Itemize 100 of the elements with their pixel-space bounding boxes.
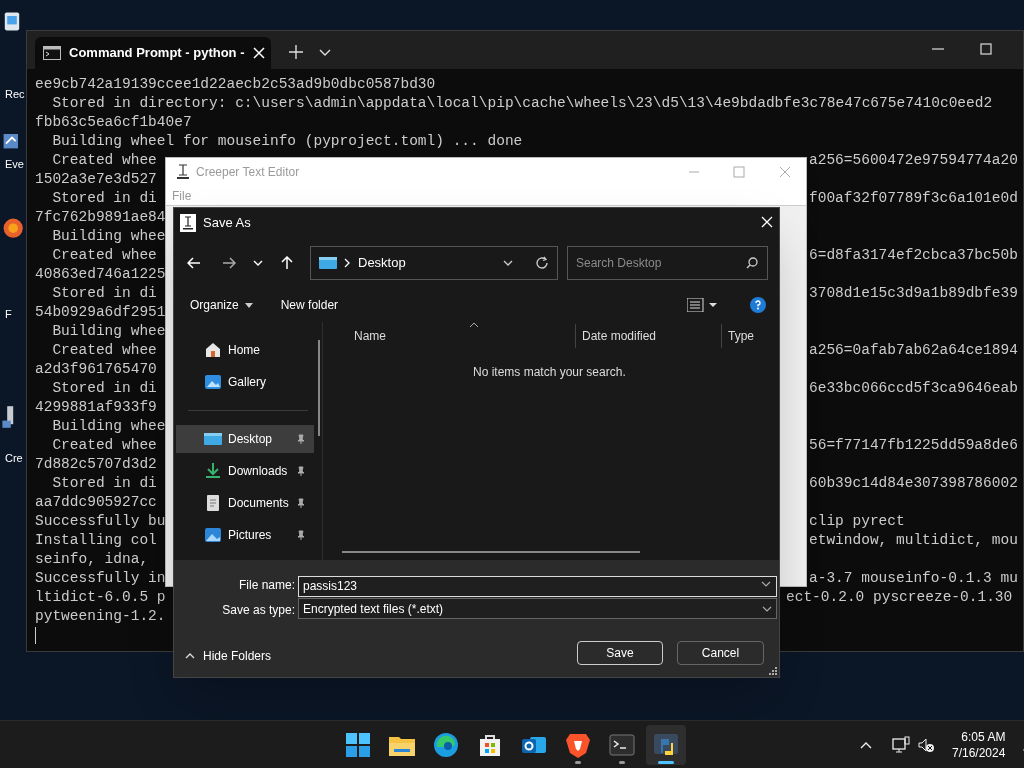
dialog-title: Save As bbox=[203, 214, 251, 233]
nav-item[interactable]: Pictures bbox=[176, 521, 314, 549]
forward-icon[interactable] bbox=[222, 257, 236, 269]
up-icon[interactable] bbox=[281, 256, 293, 270]
organize-button[interactable]: Organize bbox=[190, 296, 253, 314]
terminal-line: 56=f77147fb1225dd59a8de6 bbox=[809, 436, 1018, 455]
address-text: Desktop bbox=[358, 254, 406, 273]
chevron-down-icon[interactable] bbox=[761, 581, 771, 587]
network-icon[interactable] bbox=[892, 735, 910, 754]
terminal-line: Stored in di bbox=[51, 379, 158, 398]
terminal-line: 54b0929a6df2951 bbox=[35, 303, 166, 322]
file-name-field[interactable]: passis123 bbox=[298, 575, 777, 597]
terminal-line: 40863ed746a1225 bbox=[35, 265, 166, 284]
desktop-icon-label[interactable]: Rec bbox=[5, 86, 25, 103]
terminal-line: 3708d1e15c3d9a1b89dbfe39 bbox=[809, 284, 1018, 303]
terminal-line: Building whee bbox=[51, 417, 166, 436]
terminal-tab[interactable]: Command Prompt - python - bbox=[35, 37, 271, 69]
terminal-line: Building whee bbox=[51, 227, 166, 246]
terminal-line: Created whee bbox=[51, 436, 158, 455]
chevron-up-icon bbox=[185, 653, 195, 659]
terminal-line: Building wheel for mouseinfo (pyproject.toml) ... done bbox=[51, 132, 523, 151]
terminal-line: a-3.7 mouseinfo-0.1.3 mu bbox=[809, 569, 1018, 588]
sort-up-icon bbox=[469, 322, 479, 328]
terminal-line: clip pyrect bbox=[809, 512, 905, 531]
terminal-line: Installing col bbox=[35, 531, 158, 550]
nav-item[interactable]: Documents bbox=[176, 489, 314, 517]
command-prompt-icon bbox=[43, 46, 61, 60]
terminal-line: etwindow, multidict, mou bbox=[809, 531, 1018, 550]
terminal-line: pytweening-1.2. bbox=[35, 607, 166, 626]
terminal-line: f00af32f07789f3c6a101e0d bbox=[809, 189, 1018, 208]
terminal-line: Created whee bbox=[51, 151, 158, 170]
column-header[interactable]: Date modified bbox=[575, 324, 721, 348]
column-header[interactable]: Type bbox=[721, 324, 754, 348]
cancel-button[interactable]: Cancel bbox=[677, 641, 764, 665]
file-type-dropdown[interactable]: Encrypted text files (*.etxt) bbox=[298, 598, 777, 619]
chevron-down-icon[interactable] bbox=[503, 260, 513, 266]
terminal-line: ect-0.2.0 pyscreeze-0.1.30 bbox=[786, 588, 1013, 607]
nav-item[interactable]: Home bbox=[176, 336, 314, 364]
resize-grip-icon bbox=[769, 667, 777, 675]
app-icon bbox=[180, 214, 196, 232]
terminal-line: Successfully in bbox=[35, 569, 166, 588]
gallery-icon bbox=[204, 373, 222, 391]
text-cursor bbox=[35, 627, 36, 644]
terminal-line: 6=d8fa3174ef2cbca37bc50b bbox=[809, 246, 1018, 265]
chevron-up-icon[interactable] bbox=[860, 740, 872, 749]
chevron-right-icon bbox=[344, 258, 350, 268]
caret-icon bbox=[244, 302, 253, 308]
search-field[interactable]: Search Desktop bbox=[567, 246, 768, 280]
back-icon[interactable] bbox=[187, 257, 201, 269]
nav-item[interactable]: Gallery bbox=[176, 368, 314, 396]
terminal-line: 1502a3e7e3d527 bbox=[35, 170, 158, 189]
speaker-muted-icon[interactable] bbox=[918, 736, 934, 753]
home-icon bbox=[204, 341, 222, 359]
python-taskbar-icon[interactable] bbox=[646, 724, 686, 765]
terminal-line: aa7ddc905927cc bbox=[35, 493, 158, 512]
terminal-line: a256=0afab7ab62a64ce1894 bbox=[809, 341, 1018, 360]
documents-icon bbox=[204, 494, 222, 512]
clock[interactable]: 6:05 AM 7/16/2024 bbox=[946, 728, 1012, 761]
terminal-line: 6e33bc066ccd5f3ca9646eab bbox=[809, 379, 1018, 398]
plus-icon[interactable] bbox=[289, 45, 303, 59]
field-label: Save as type: bbox=[222, 602, 295, 619]
hide-folders-button[interactable]: Hide Folders bbox=[185, 647, 272, 665]
desktop-icon-label[interactable]: Cre bbox=[5, 450, 23, 467]
search-icon bbox=[746, 257, 758, 269]
desktop-icon-label[interactable]: F bbox=[5, 306, 12, 323]
terminal-line: Stored in di bbox=[51, 189, 158, 208]
window-title: Creeper Text Editor bbox=[196, 164, 300, 181]
terminal-line: Created whee bbox=[51, 341, 158, 360]
tab-title: Command Prompt - python - bbox=[69, 44, 245, 63]
desktop-icon bbox=[204, 430, 222, 448]
terminal-line: a2d3f961765470 bbox=[35, 360, 158, 379]
terminal-line: Stored in di bbox=[51, 474, 158, 493]
nav-item[interactable]: Downloads bbox=[176, 457, 314, 485]
view-list-icon[interactable] bbox=[687, 298, 717, 312]
terminal-line: 7d882c5707d3d2 bbox=[35, 455, 158, 474]
column-header[interactable]: Name bbox=[323, 324, 575, 348]
help-icon[interactable] bbox=[750, 297, 766, 313]
terminal-line: 7fc762b9891ae84 bbox=[35, 208, 166, 227]
terminal-line: ltidict-6.0.5 p bbox=[35, 588, 166, 607]
terminal-line: Building whee bbox=[51, 322, 166, 341]
terminal-line: seinfo, idna, bbox=[35, 550, 150, 569]
scrollbar-thumb[interactable] bbox=[318, 340, 320, 436]
save-button[interactable]: Save bbox=[577, 641, 663, 665]
app-icon bbox=[176, 164, 190, 180]
terminal-line: a256=5600472e97594774a20 bbox=[809, 151, 1018, 170]
terminal-line: Successfully bu bbox=[35, 512, 166, 531]
chevron-down-icon bbox=[762, 605, 772, 612]
new-folder-button[interactable]: New folder bbox=[280, 296, 339, 314]
terminal-line: Stored in directory: c:\users\admin\appdata\local\pip\cache\wheels\23\d5\13\4e9bdadbfe3c78e47c675e7410c0eed2 bbox=[51, 94, 993, 113]
scrollbar-thumb[interactable] bbox=[342, 551, 640, 553]
field-label: File name: bbox=[238, 577, 295, 594]
pictures-icon bbox=[204, 526, 222, 544]
desktop-icon-label[interactable]: Eve bbox=[5, 156, 24, 173]
terminal-line: 4299881af933f9 bbox=[35, 398, 158, 417]
refresh-icon[interactable] bbox=[535, 256, 549, 270]
terminal-line: Stored in di bbox=[51, 284, 158, 303]
terminal-line: Created whee bbox=[51, 246, 158, 265]
address-bar[interactable]: Desktop bbox=[310, 246, 558, 280]
terminal-line: fbb63c5ea6cf1b40e7 bbox=[35, 113, 192, 132]
nav-item[interactable]: Desktop bbox=[176, 425, 314, 453]
